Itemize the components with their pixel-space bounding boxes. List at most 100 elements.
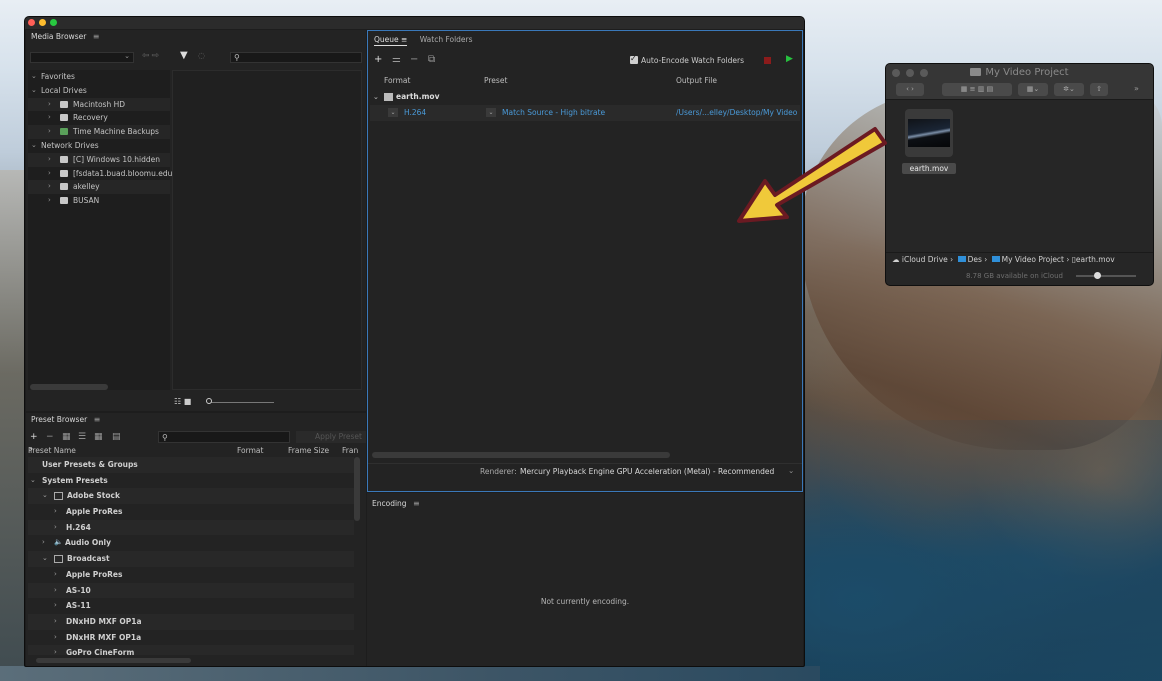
chevron-right-icon[interactable]: › — [42, 535, 45, 551]
add-icon[interactable]: + — [30, 432, 38, 442]
chevron-down-icon[interactable]: ⌄ — [42, 488, 48, 504]
list-view-icon[interactable]: ☷ ■ — [174, 397, 191, 406]
settings-icon[interactable]: ☰ — [78, 432, 86, 442]
preset-row[interactable]: › DNxHR MXF OP1a — [28, 630, 354, 646]
zoom-button[interactable] — [50, 19, 57, 26]
col-output-file[interactable]: Output File — [676, 76, 717, 85]
file-label[interactable]: earth.mov — [902, 163, 956, 174]
queue-output-row[interactable]: ⌄ H.264 ⌄ Match Source - High bitrate /U… — [370, 105, 800, 121]
filter-icon[interactable]: ▼ — [180, 50, 188, 61]
minus-icon[interactable]: − — [410, 54, 418, 65]
export-icon[interactable]: ▤ — [112, 432, 121, 442]
path-desktop[interactable]: Des — [968, 255, 982, 264]
preset-row[interactable]: › GoPro CineForm — [28, 645, 354, 655]
col-frame-rate[interactable]: Fran — [342, 446, 358, 455]
add-icon[interactable]: + — [374, 54, 382, 65]
output-preset[interactable]: Match Source - High bitrate — [502, 105, 605, 121]
preset-row[interactable]: › Apple ProRes — [28, 504, 354, 520]
eye-icon[interactable]: ◌ — [198, 51, 205, 60]
output-format[interactable]: H.264 — [404, 105, 426, 121]
chevron-right-icon[interactable]: › — [48, 194, 51, 208]
preset-row[interactable]: ⌄ Adobe Stock — [28, 488, 354, 505]
import-icon[interactable]: ▦ — [94, 432, 103, 442]
preset-row[interactable]: › AS-11 — [28, 598, 354, 614]
preset-row[interactable]: › AS-10 — [28, 582, 354, 599]
path-file[interactable]: earth.mov — [1076, 255, 1115, 264]
chevron-right-icon[interactable]: › — [54, 645, 57, 655]
chevron-right-icon[interactable]: › — [48, 180, 51, 194]
preset-row[interactable]: User Presets & Groups — [28, 457, 354, 473]
gear-icon[interactable]: ✲⌄ — [1054, 83, 1084, 96]
icon-size-slider[interactable] — [1076, 275, 1136, 277]
chevron-right-icon[interactable]: › — [54, 598, 57, 614]
hamburger-icon[interactable]: ≡ — [93, 30, 100, 44]
drive-select[interactable]: ⌄ — [30, 52, 134, 63]
tree-item[interactable]: ⌄ Network Drives — [28, 139, 170, 153]
chevron-down-icon[interactable]: ⌄ — [373, 89, 379, 105]
group-icon[interactable]: ▦ — [62, 432, 71, 442]
tree-item[interactable]: › Time Machine Backups — [28, 125, 170, 139]
preset-horizontal-scrollbar[interactable] — [36, 658, 191, 663]
preset-row[interactable]: › H.264 — [28, 519, 354, 536]
chevron-right-icon[interactable]: › — [48, 153, 51, 167]
col-format[interactable]: Format — [384, 76, 410, 85]
group-icon[interactable]: ▦⌄ — [1018, 83, 1048, 96]
preset-row[interactable]: › 🔈 Audio Only — [28, 535, 354, 551]
tab-queue[interactable]: Queue ≡ — [374, 35, 408, 46]
apply-preset-button[interactable]: Apply Preset — [296, 431, 366, 443]
slider-knob[interactable] — [1094, 272, 1101, 279]
preset-row[interactable]: ⌄ Broadcast — [28, 551, 354, 567]
auto-encode-toggle[interactable]: Auto-Encode Watch Folders — [630, 54, 744, 65]
chevron-right-icon[interactable]: › — [54, 504, 57, 520]
preset-dropdown-icon[interactable]: ⌄ — [486, 108, 496, 117]
checkbox-checked[interactable] — [630, 54, 638, 64]
tree-item[interactable]: › Recovery — [28, 111, 170, 125]
slider-knob[interactable] — [206, 398, 212, 404]
settings-icon[interactable]: ⚌ — [392, 54, 401, 65]
chevron-right-icon[interactable]: › — [48, 98, 51, 112]
chevron-right-icon[interactable]: › — [48, 125, 51, 139]
tree-item[interactable]: ⌄ Favorites — [28, 70, 170, 84]
close-button[interactable] — [28, 19, 35, 26]
chevron-right-icon[interactable]: › — [54, 614, 57, 630]
renderer-select[interactable]: Mercury Playback Engine GPU Acceleration… — [520, 467, 774, 476]
preset-search-input[interactable]: ⚲ — [158, 431, 290, 443]
chevron-right-icon[interactable]: › — [54, 583, 57, 599]
chevron-right-icon[interactable]: › — [54, 567, 57, 583]
col-format[interactable]: Format — [237, 446, 263, 455]
thumbnail-size-slider[interactable] — [210, 402, 274, 403]
hamburger-icon[interactable]: ≡ — [413, 497, 420, 511]
tree-item[interactable]: › Macintosh HD — [28, 97, 170, 112]
minimize-button[interactable] — [39, 19, 46, 26]
video-thumbnail[interactable] — [905, 109, 953, 157]
media-search-input[interactable]: ⚲ — [230, 52, 362, 63]
media-tree-scrollbar[interactable] — [30, 384, 108, 390]
chevron-right-icon[interactable]: › — [54, 630, 57, 646]
chevron-down-icon[interactable]: ⌄ — [31, 139, 37, 153]
back-forward-icon[interactable]: ⇦⇨ — [142, 51, 161, 61]
tree-item[interactable]: › [C] Windows 10.hidden — [28, 152, 170, 167]
path-icloud[interactable]: iCloud Drive — [902, 255, 948, 264]
preset-vertical-scrollbar[interactable] — [354, 457, 360, 521]
more-icon[interactable]: » — [1134, 84, 1139, 93]
duplicate-icon[interactable]: ⧉ — [428, 54, 435, 65]
format-dropdown-icon[interactable]: ⌄ — [388, 108, 398, 117]
col-preset[interactable]: Preset — [484, 76, 507, 85]
tree-item[interactable]: ⌄ Local Drives — [28, 84, 170, 98]
col-frame-size[interactable]: Frame Size — [288, 446, 329, 455]
chevron-right-icon[interactable]: › — [48, 111, 51, 125]
queue-source-row[interactable]: ⌄ earth.mov — [370, 89, 800, 105]
chevron-down-icon[interactable]: ⌄ — [30, 473, 36, 489]
chevron-down-icon[interactable]: ⌄ — [31, 70, 37, 84]
path-project[interactable]: My Video Project — [1002, 255, 1064, 264]
stop-icon[interactable] — [764, 57, 771, 64]
play-icon[interactable]: ▶ — [786, 54, 793, 64]
view-mode-icon[interactable]: ▦ ≡ ▥ ▤ — [942, 83, 1012, 96]
share-icon[interactable]: ⇧ — [1090, 83, 1108, 96]
queue-scrollbar[interactable] — [372, 452, 670, 458]
tab-watch-folders[interactable]: Watch Folders — [420, 35, 473, 44]
chevron-right-icon[interactable]: › — [54, 520, 57, 536]
chevron-down-icon[interactable]: ⌄ — [788, 466, 794, 475]
back-forward-icon[interactable]: ‹ › — [896, 83, 924, 96]
hamburger-icon[interactable]: ≡ — [94, 413, 101, 427]
